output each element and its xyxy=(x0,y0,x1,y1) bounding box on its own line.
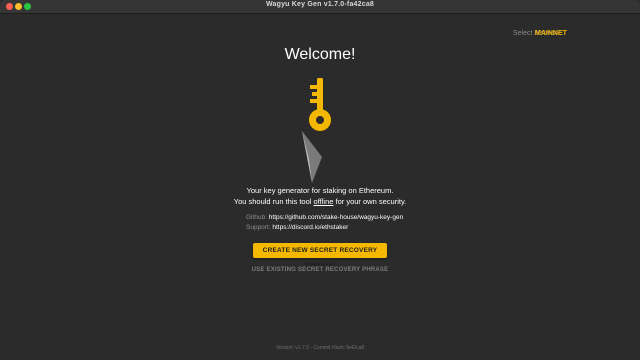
tagline-text-before: You should run this tool xyxy=(233,197,314,206)
create-new-phrase-button[interactable]: CREATE NEW SECRET RECOVERY PHRASE xyxy=(253,243,387,269)
support-link-row: Support: https://discord.io/ethstaker xyxy=(246,223,403,233)
app-window: Wagyu Key Gen v1.7.0-fa42ca8 Select Netw… xyxy=(0,0,640,360)
support-link[interactable]: https://discord.io/ethstaker xyxy=(272,224,348,231)
tagline-line-1: Your key generator for staking on Ethere… xyxy=(246,186,394,195)
github-link[interactable]: https://github.com/stake-house/wagyu-key… xyxy=(269,214,403,221)
page-title: Welcome! xyxy=(284,46,356,63)
github-label: Github: xyxy=(246,214,267,221)
links-block: Github: https://github.com/stake-house/w… xyxy=(246,213,403,233)
window-title: Wagyu Key Gen v1.7.0-fa42ca8 xyxy=(265,1,375,8)
title-bar[interactable]: Wagyu Key Gen v1.7.0-fa42ca8 xyxy=(0,0,640,14)
use-existing-phrase-button[interactable]: USE EXISTING SECRET RECOVERY PHRASE xyxy=(0,267,640,273)
offline-emphasis: offline xyxy=(313,197,334,206)
version-footer: Version: v1.7.0 - Commit Hash: fa42ca8 xyxy=(275,345,365,351)
github-link-row: Github: https://github.com/stake-house/w… xyxy=(246,213,403,223)
key-icon xyxy=(302,78,331,183)
tagline-text-after: for your own security. xyxy=(333,197,407,206)
ethereum-shard-icon xyxy=(302,131,322,183)
tagline-line-2: You should run this tool offline for you… xyxy=(0,196,640,207)
support-label: Support: xyxy=(246,224,271,231)
network-select[interactable]: MAINNET xyxy=(535,30,567,37)
